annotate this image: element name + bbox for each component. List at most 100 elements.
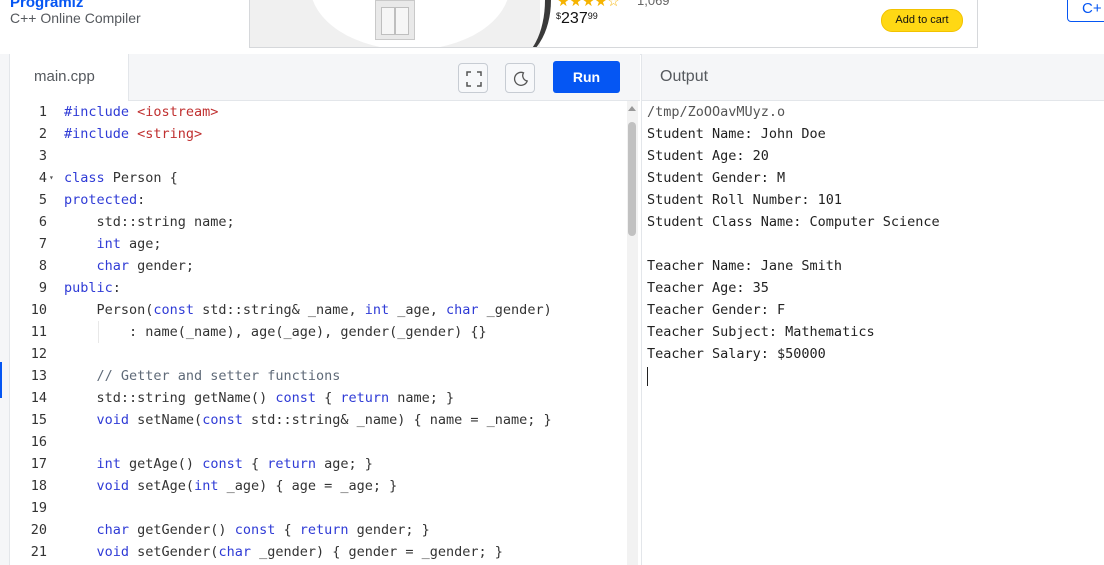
code-line[interactable]: 6 std::string name; (10, 211, 630, 233)
code-line[interactable]: 7 int age; (10, 233, 630, 255)
language-button[interactable]: C+ (1067, 0, 1104, 22)
code-line[interactable]: 2 #include <string> (10, 123, 630, 145)
code-token: <string> (137, 126, 203, 142)
code-text: char getGender() const { return gender; … (64, 519, 430, 541)
ad-price-whole: 237 (561, 10, 588, 27)
line-number: 1 (38, 104, 47, 120)
code-text: void setName(const std::string& _name) {… (64, 409, 552, 431)
advertisement-banner[interactable]: ★★★★☆ 1,069 $23799 Add to cart (249, 0, 978, 48)
fullscreen-button[interactable] (458, 63, 488, 93)
output-line: Student Age: 20 (647, 148, 769, 164)
code-token: int (194, 478, 219, 494)
output-line: Teacher Gender: F (647, 302, 786, 318)
code-editor[interactable]: 1 #include <iostream> 2 #include <string> 3 4… (10, 101, 640, 565)
ad-price: $23799 (556, 10, 598, 28)
code-line[interactable]: 14 std::string getName() const { return … (10, 387, 630, 409)
output-line: Teacher Age: 35 (647, 280, 769, 296)
code-line[interactable]: 3 (10, 145, 630, 167)
output-line: Student Class Name: Computer Science (647, 214, 940, 230)
code-token: void (96, 544, 130, 560)
editor-toolbar: main.cpp Run (10, 54, 640, 101)
output-title: Output (660, 68, 709, 85)
code-token: char (96, 258, 130, 274)
add-to-cart-button[interactable]: Add to cart (881, 9, 963, 32)
theme-toggle-button[interactable] (505, 63, 535, 93)
code-token: _gender) { gender = _gender; } (250, 544, 503, 560)
code-line[interactable]: 17 int getAge() const { return age; } (10, 453, 630, 475)
scroll-up-arrow-icon[interactable] (628, 106, 636, 111)
code-line[interactable]: 13 // Getter and setter functions (10, 365, 630, 387)
code-token: char (446, 302, 479, 318)
line-number: 14 (30, 390, 47, 406)
code-text: : name(_name), age(_age), gender(_gender… (64, 321, 487, 343)
code-token: getAge() (120, 456, 203, 472)
code-token: std::string& _name, (194, 302, 365, 318)
code-line[interactable]: 16 (10, 431, 630, 453)
code-text: char gender; (64, 255, 195, 277)
code-line[interactable]: 4 ▾ class Person { (10, 167, 630, 189)
ad-image-curve (475, 0, 551, 47)
code-line[interactable]: 5 protected: (10, 189, 630, 211)
code-token: : (112, 280, 121, 296)
code-token: setAge( (129, 478, 195, 494)
line-number: 15 (30, 412, 47, 428)
code-text: std::string getName() const { return nam… (64, 387, 455, 409)
file-tab-main[interactable]: main.cpp (10, 54, 129, 101)
code-token: { (315, 390, 341, 406)
code-token: #include (64, 104, 138, 120)
fold-arrow-icon[interactable]: ▾ (49, 167, 54, 189)
output-panel[interactable]: /tmp/ZoOOavMUyz.o Student Name: John Doe… (641, 101, 1104, 565)
moon-icon (513, 71, 529, 86)
ad-review-count: 1,069 (637, 0, 670, 8)
code-token: getGender() (129, 522, 235, 538)
ad-price-cents: 99 (587, 11, 598, 21)
code-token: _age, (389, 302, 447, 318)
line-number: 5 (38, 192, 47, 208)
side-active-marker (0, 362, 2, 398)
code-text: // Getter and setter functions (64, 365, 341, 387)
code-token: setGender( (129, 544, 219, 560)
line-number: 13 (30, 368, 47, 384)
ad-price-currency: $ (556, 11, 562, 21)
code-line[interactable]: 18 void setAge(int _age) { age = _age; } (10, 475, 630, 497)
code-line[interactable]: 21 void setGender(char _gender) { gender… (10, 541, 630, 563)
output-cursor (647, 367, 648, 386)
code-line[interactable]: 8 char gender; (10, 255, 630, 277)
left-side-strip (0, 54, 10, 565)
code-line[interactable]: 9 public: (10, 277, 630, 299)
code-token: // Getter and setter functions (96, 368, 341, 384)
code-token: const (202, 412, 243, 428)
top-header: Programiz C++ Online Compiler ★★★★☆ 1,06… (0, 0, 1104, 55)
code-line[interactable]: 10 Person(const std::string& _name, int … (10, 299, 630, 321)
code-line[interactable]: 19 (10, 497, 630, 519)
code-token: age; (120, 236, 162, 252)
editor-scroll-thumb[interactable] (628, 122, 636, 236)
code-token: <iostream> (137, 104, 219, 120)
code-token: const (202, 456, 243, 472)
line-number: 4 (38, 170, 47, 186)
code-token: protected (64, 192, 138, 208)
ad-rating-stars: ★★★★☆ (557, 0, 620, 9)
line-number: 12 (30, 346, 47, 362)
code-text: #include <string> (64, 123, 202, 145)
code-token: std::string& _name) { name = _name; } (242, 412, 552, 428)
line-number: 11 (30, 324, 47, 340)
line-number: 10 (30, 302, 47, 318)
line-number: 19 (30, 500, 47, 516)
code-line[interactable]: 1 #include <iostream> (10, 101, 630, 123)
code-token: setName( (129, 412, 203, 428)
expand-icon (466, 71, 482, 87)
code-line[interactable]: 12 (10, 343, 630, 365)
code-line[interactable]: 15 void setName(const std::string& _name… (10, 409, 630, 431)
ad-product-image[interactable] (375, 0, 415, 40)
code-line[interactable]: 20 char getGender() const { return gende… (10, 519, 630, 541)
code-token: const (234, 522, 276, 538)
code-line[interactable]: 11 : name(_name), age(_age), gender(_gen… (10, 321, 630, 343)
output-line: Student Roll Number: 101 (647, 192, 843, 208)
line-number: 20 (30, 522, 47, 538)
code-token: age; } (316, 456, 373, 472)
line-number: 21 (30, 544, 47, 560)
run-button[interactable]: Run (553, 61, 620, 93)
